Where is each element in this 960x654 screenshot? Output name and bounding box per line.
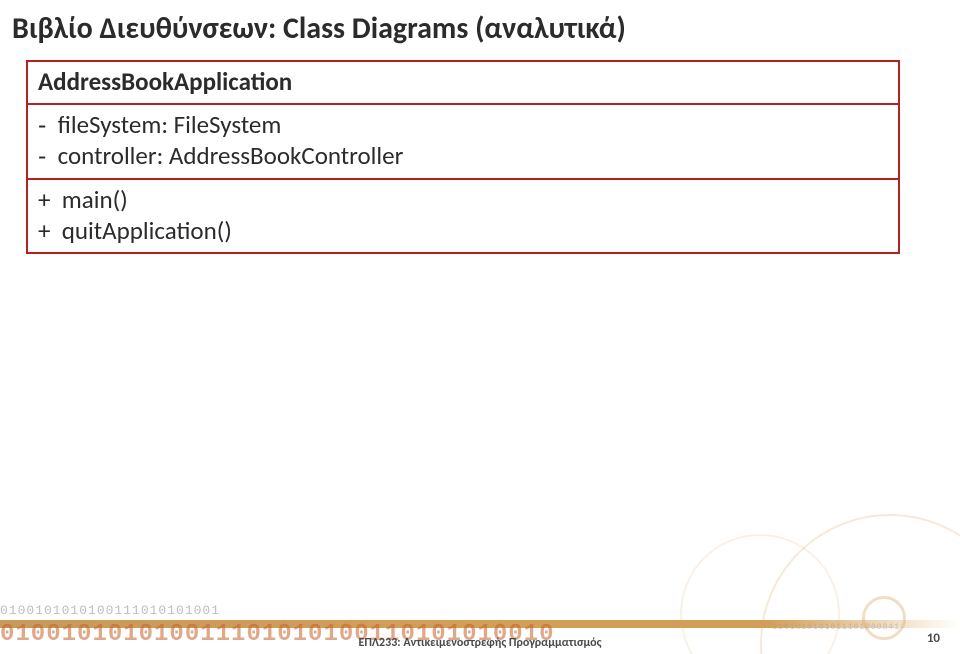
slide: Βιβλίο Διευθύνσεων: Class Diagrams (αναλ…	[0, 0, 960, 654]
decorative-ring-small	[862, 596, 906, 640]
footer-band: 0100101010100111010101001 01001010101001…	[0, 594, 960, 654]
uml-class-name: AddressBookApplication	[28, 62, 898, 103]
uml-attributes: ‐ fileSystem: FileSystem ‐ controller: A…	[28, 103, 898, 178]
binary-deco-top: 0100101010100111010101001	[0, 603, 220, 618]
uml-class-box: AddressBookApplication ‐ fileSystem: Fil…	[26, 60, 900, 254]
uml-attribute: ‐ controller: AddressBookController	[38, 140, 888, 171]
uml-attribute: ‐ fileSystem: FileSystem	[38, 109, 888, 140]
uml-methods: + main() + quitApplication()	[28, 178, 898, 253]
page-number: 10	[927, 631, 940, 646]
uml-method: + quitApplication()	[38, 215, 888, 246]
page-title: Βιβλίο Διευθύνσεων: Class Diagrams (αναλ…	[12, 10, 626, 47]
uml-method: + main()	[38, 184, 888, 215]
footer-text: ΕΠΛ233: Αντικειμενοστρεφής Προγραμματισμ…	[0, 636, 960, 650]
